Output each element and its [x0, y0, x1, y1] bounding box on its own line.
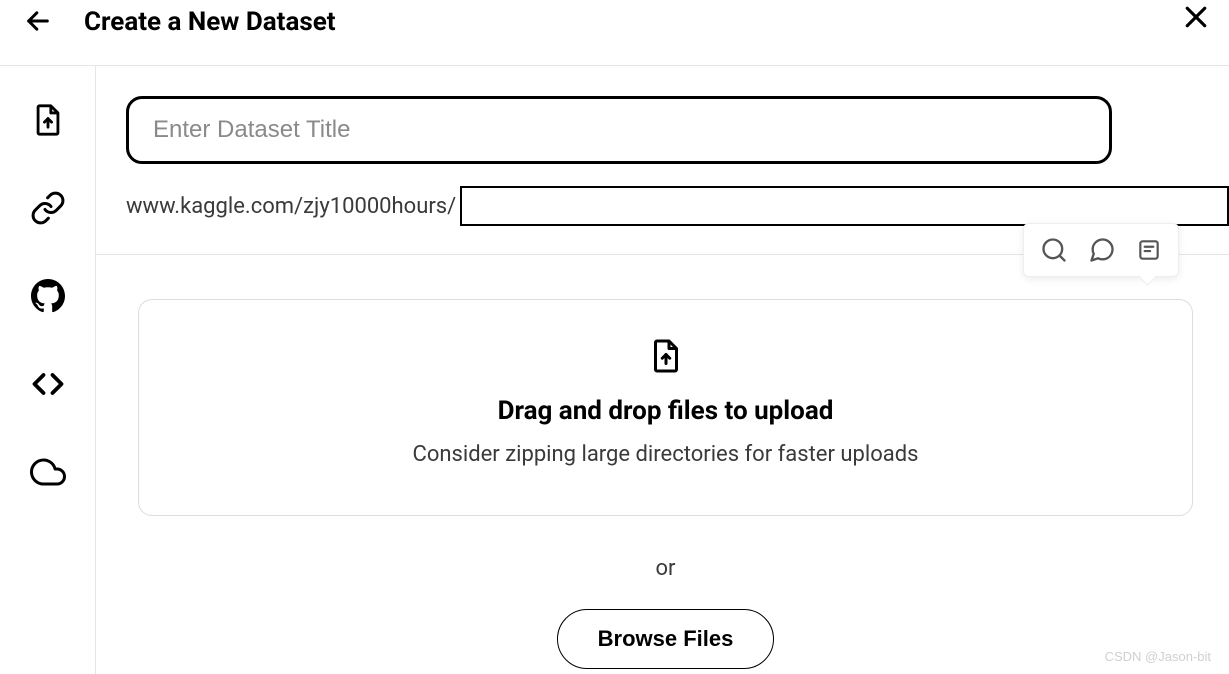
- close-button[interactable]: [1181, 2, 1211, 36]
- link-icon: [30, 190, 66, 226]
- file-upload-icon: [648, 338, 684, 374]
- dropzone-icon-wrap: [159, 338, 1172, 374]
- browse-files-button[interactable]: Browse Files: [557, 609, 775, 669]
- dataset-title-input[interactable]: [126, 96, 1112, 164]
- dialog-body: www.kaggle.com/zjy10000hours/: [0, 66, 1229, 674]
- dataset-slug-input[interactable]: [460, 186, 1229, 226]
- back-button[interactable]: [24, 7, 52, 35]
- file-upload-icon: [31, 103, 65, 137]
- url-row: www.kaggle.com/zjy10000hours/: [126, 186, 1229, 226]
- search-icon: [1040, 236, 1068, 264]
- source-sidebar: [0, 66, 96, 674]
- file-dropzone[interactable]: Drag and drop files to upload Consider z…: [138, 299, 1193, 516]
- close-icon: [1181, 2, 1211, 32]
- main-content: www.kaggle.com/zjy10000hours/: [96, 66, 1229, 674]
- sidebar-item-cloud[interactable]: [30, 454, 66, 490]
- arrow-left-icon: [24, 7, 52, 35]
- code-icon: [30, 366, 66, 402]
- url-prefix-label: www.kaggle.com/zjy10000hours/: [126, 194, 456, 219]
- page-title: Create a New Dataset: [84, 7, 336, 37]
- cloud-icon: [30, 454, 66, 490]
- dialog-header: Create a New Dataset: [0, 0, 1229, 66]
- toolbar-comment-button[interactable]: [1088, 236, 1116, 264]
- toolbar-search-button[interactable]: [1040, 236, 1068, 264]
- toolbar-note-button[interactable]: [1136, 237, 1162, 263]
- sidebar-item-notebook[interactable]: [30, 366, 66, 402]
- or-separator: or: [138, 556, 1193, 581]
- watermark: CSDN @Jason-bit: [1105, 649, 1211, 664]
- sidebar-item-file[interactable]: [30, 102, 66, 138]
- sidebar-item-github[interactable]: [30, 278, 66, 314]
- floating-toolbar: [1023, 223, 1179, 277]
- note-icon: [1136, 237, 1162, 263]
- dropzone-subtitle: Consider zipping large directories for f…: [159, 442, 1172, 467]
- github-icon: [31, 279, 65, 313]
- upload-section: Drag and drop files to upload Consider z…: [96, 255, 1229, 669]
- dropzone-title: Drag and drop files to upload: [159, 396, 1172, 426]
- sidebar-item-link[interactable]: [30, 190, 66, 226]
- comment-icon: [1088, 236, 1116, 264]
